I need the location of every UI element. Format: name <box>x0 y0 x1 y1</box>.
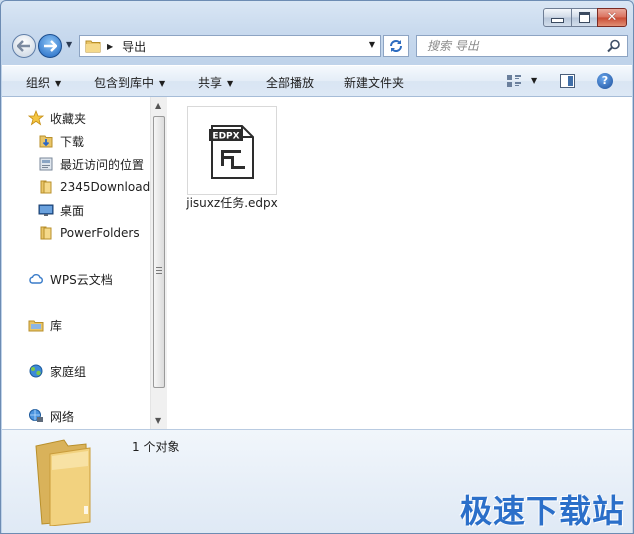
scroll-up-arrow-icon[interactable]: ▲ <box>155 101 161 110</box>
file-item[interactable]: EDPX <box>187 106 277 195</box>
search-icon[interactable] <box>607 39 621 53</box>
scroll-down-arrow-icon[interactable]: ▼ <box>155 416 161 425</box>
library-icon <box>28 320 44 332</box>
close-icon: ✕ <box>606 10 618 25</box>
share-menu[interactable]: 共享 ▼ <box>198 74 233 91</box>
cloud-icon <box>29 274 43 284</box>
change-view-icon[interactable] <box>506 74 522 88</box>
breadcrumb-chevron-icon[interactable]: ▶ <box>107 42 113 51</box>
refresh-icon <box>390 40 402 52</box>
caption-buttons: ✕ <box>543 8 627 27</box>
organize-menu[interactable]: 组织 ▼ <box>26 74 61 91</box>
include-in-library-menu[interactable]: 包含到库中 ▼ <box>94 74 165 91</box>
scrollbar-grip-icon <box>156 267 162 274</box>
sidebar-item-label: 下载 <box>60 134 85 149</box>
sidebar-item-powerfolders[interactable]: PowerFolders <box>38 223 140 243</box>
sidebar-item-homegroup[interactable]: 家庭组 <box>28 361 86 381</box>
navigation-pane: 收藏夹 下载 最近访问的位置 2345Downloads 桌面 PowerFol… <box>2 97 150 429</box>
file-type-badge: EDPX <box>212 132 239 142</box>
sidebar-item-downloads[interactable]: 下载 <box>38 131 84 151</box>
sidebar-item-label: 桌面 <box>60 203 85 218</box>
sidebar-item-label: 家庭组 <box>50 364 87 379</box>
sidebar-item-label: 最近访问的位置 <box>60 157 145 172</box>
share-label: 共享 <box>198 76 223 90</box>
network-icon <box>29 409 43 422</box>
search-input[interactable] <box>425 38 609 54</box>
sidebar-item-wps-cloud[interactable]: WPS云文档 <box>28 269 113 289</box>
maximize-icon <box>579 12 590 23</box>
sidebar-item-desktop[interactable]: 桌面 <box>38 200 84 220</box>
breadcrumb-item[interactable]: 导出 <box>122 38 146 55</box>
sidebar-item-label: PowerFolders <box>60 226 140 240</box>
file-name-label[interactable]: jisuxz任务.edpx <box>177 195 287 211</box>
command-bar: 组织 ▼ 包含到库中 ▼ 共享 ▼ 全部播放 新建文件夹 ▼ ? <box>2 65 632 97</box>
download-folder-icon <box>39 135 53 148</box>
folder-icon <box>40 226 52 240</box>
recent-places-icon <box>39 157 53 171</box>
recent-pages-dropdown[interactable]: ▼ <box>66 40 72 49</box>
sidebar-item-recent-places[interactable]: 最近访问的位置 <box>38 154 144 174</box>
file-list: EDPX jisuxz任务.edpx <box>167 97 632 429</box>
sidebar-item-label: WPS云文档 <box>50 272 113 287</box>
chevron-down-icon: ▼ <box>55 79 62 88</box>
minimize-button[interactable] <box>543 8 572 27</box>
sidebar-item-network[interactable]: 网络 <box>28 406 74 426</box>
watermark-logo: 极速下载站 <box>460 492 626 530</box>
sidebar-item-label: 库 <box>50 318 63 333</box>
refresh-button[interactable] <box>383 35 409 57</box>
preview-pane-icon[interactable] <box>560 74 575 88</box>
sidebar-item-libraries[interactable]: 库 <box>28 315 62 335</box>
sidebar-item-label: 收藏夹 <box>50 111 87 126</box>
details-pane: 1 个对象 极速下载站 <box>2 429 632 533</box>
edpx-file-icon: EDPX <box>209 125 254 179</box>
back-button[interactable] <box>12 34 36 58</box>
new-folder-button[interactable]: 新建文件夹 <box>344 74 404 91</box>
chevron-down-icon: ▼ <box>227 79 234 88</box>
play-all-button[interactable]: 全部播放 <box>266 74 314 91</box>
large-folder-icon <box>35 439 91 526</box>
address-bar[interactable]: ▶ 导出 ▼ <box>79 35 381 57</box>
item-count: 1 个对象 <box>132 440 180 454</box>
address-dropdown[interactable]: ▼ <box>369 40 375 49</box>
forward-arrow-icon <box>44 40 57 52</box>
sidebar-item-label: 网络 <box>50 409 75 424</box>
homegroup-icon <box>29 364 43 378</box>
scrollbar-thumb[interactable] <box>153 116 165 388</box>
sidebar-item-favorites[interactable]: 收藏夹 <box>28 108 86 128</box>
sidebar-item-2345downloads[interactable]: 2345Downloads <box>38 177 150 197</box>
view-options-chevron-icon[interactable]: ▼ <box>531 76 537 85</box>
star-icon <box>28 110 44 126</box>
desktop-icon <box>38 204 54 216</box>
sidebar-item-label: 2345Downloads <box>60 180 150 194</box>
help-icon[interactable]: ? <box>597 73 613 89</box>
folder-icon <box>85 40 101 53</box>
navigation-buttons: ▼ <box>10 34 72 60</box>
folder-icon <box>40 180 52 194</box>
minimize-icon <box>551 18 564 23</box>
back-arrow-icon <box>17 40 30 52</box>
organize-label: 组织 <box>26 76 51 90</box>
include-in-library-label: 包含到库中 <box>94 76 155 90</box>
forward-button[interactable] <box>38 34 62 58</box>
explorer-window: ✕ ▼ ▶ 导出 ▼ 组织 ▼ <box>0 0 634 534</box>
chevron-down-icon: ▼ <box>159 79 166 88</box>
close-button[interactable]: ✕ <box>597 8 627 27</box>
navigation-pane-scrollbar[interactable]: ▲ ▼ <box>150 97 167 429</box>
search-box[interactable] <box>416 35 628 57</box>
maximize-button[interactable] <box>571 8 598 27</box>
